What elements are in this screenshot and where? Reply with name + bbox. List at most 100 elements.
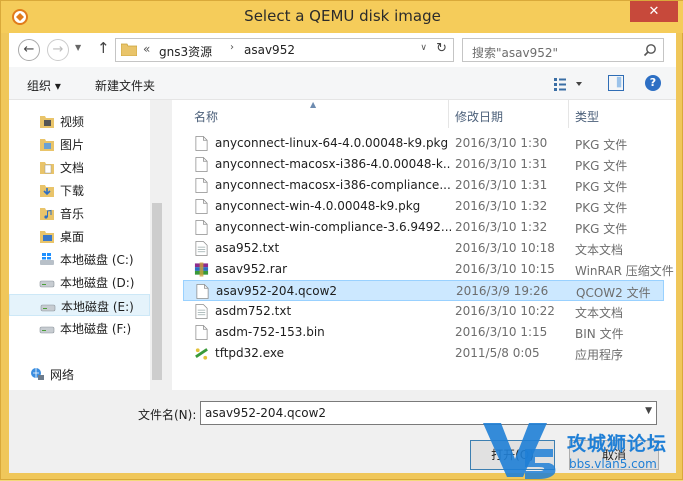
up-button[interactable]: ↑ — [97, 39, 110, 57]
file-type: 应用程序 — [575, 348, 624, 362]
nav-item-label: 下载 — [60, 184, 85, 198]
chevron-right-icon[interactable]: › — [230, 42, 234, 53]
file-row[interactable]: tftpd32.exe 2011/5/8 0:05 应用程序 — [183, 343, 664, 364]
filename-value[interactable]: asav952-204.qcow2 — [205, 406, 326, 420]
view-options-icon[interactable] — [552, 76, 586, 92]
file-date: 2016/3/10 1:31 — [455, 157, 548, 171]
nav-item[interactable]: 图片 — [9, 133, 150, 155]
nav-scrollbar-thumb[interactable] — [152, 203, 162, 380]
nav-item[interactable]: 本地磁盘 (C:) — [9, 248, 150, 270]
nav-item-label: 本地磁盘 (D:) — [60, 276, 135, 290]
text-file-icon — [195, 241, 208, 256]
forward-button[interactable]: → — [47, 39, 69, 61]
file-name: asdm752.txt — [215, 304, 292, 318]
search-icon[interactable] — [643, 43, 657, 57]
file-name: anyconnect-win-compliance-3.6.9492.... — [215, 220, 451, 234]
pictures-folder-icon — [40, 139, 54, 151]
file-row[interactable]: anyconnect-macosx-i386-compliance... 2016… — [183, 175, 664, 196]
file-icon — [195, 178, 208, 193]
file-date: 2016/3/10 1:15 — [455, 325, 548, 339]
file-type: 文本文档 — [575, 243, 624, 257]
title-bar[interactable]: Select a QEMU disk image ✕ — [1, 1, 683, 33]
column-header-type[interactable]: 类型 — [575, 108, 599, 125]
watermark-title: 攻城狮论坛 — [567, 433, 668, 455]
nav-item[interactable]: 本地磁盘 (E:) — [9, 294, 150, 316]
chevron-down-icon[interactable]: ∨ — [420, 43, 427, 53]
documents-folder-icon — [40, 162, 54, 174]
new-folder-button[interactable]: 新建文件夹 — [95, 77, 155, 94]
file-name: tftpd32.exe — [215, 346, 285, 360]
file-icon — [195, 136, 208, 151]
file-list-pane: ▲ 名称 修改日期 类型 anyconnect-linux-64-4.0.000… — [172, 100, 676, 418]
search-box[interactable]: 搜索"asav952" — [462, 38, 664, 62]
file-date: 2016/3/10 10:22 — [455, 304, 555, 318]
address-segment-gns3[interactable]: gns3资源 — [159, 43, 212, 60]
organize-button[interactable]: 组织 ▾ — [27, 77, 61, 94]
nav-item[interactable]: 本地磁盘 (F:) — [9, 317, 150, 339]
file-row[interactable]: asav952.rar 2016/3/10 10:15 WinRAR 压缩文件 — [183, 259, 674, 280]
file-date: 2016/3/10 1:31 — [455, 178, 548, 192]
address-bar[interactable]: « gns3资源 › asav952 ∨ ↻ — [115, 38, 454, 62]
watermark-url: bbs.vlan5.com — [569, 457, 657, 471]
file-type: PKG 文件 — [575, 201, 628, 215]
watermark: 攻城狮论坛 bbs.vlan5.com — [479, 419, 683, 481]
navigation-toolbar: ← → ▼ ↑ « gns3资源 › asav952 ∨ ↻ 搜索"asav95… — [9, 33, 676, 67]
file-row[interactable]: anyconnect-linux-64-4.0.00048-k9.pkg 2016… — [183, 133, 664, 154]
file-row[interactable]: anyconnect-macosx-i386-4.0.00048-k... 201… — [183, 154, 664, 175]
column-header-name[interactable]: 名称 — [194, 108, 218, 125]
column-divider[interactable] — [568, 100, 569, 128]
nav-item-label: 图片 — [60, 138, 85, 152]
file-date: 2016/3/10 1:32 — [455, 199, 548, 213]
music-folder-icon — [40, 208, 54, 220]
file-row[interactable]: anyconnect-win-compliance-3.6.9492.... 20… — [183, 217, 664, 238]
nav-item-label: 文档 — [60, 161, 85, 175]
chevron-down-icon[interactable]: ▼ — [645, 406, 652, 416]
nav-item[interactable]: 本地磁盘 (D:) — [9, 271, 150, 293]
file-type: WinRAR 压缩文件 — [575, 264, 674, 278]
navigation-pane[interactable]: 视频图片文档下载音乐 桌面 本地磁盘 (C:) 本地磁盘 (D:) 本地磁盘 (E:) 本… — [9, 100, 164, 390]
recent-locations-icon[interactable]: ▼ — [75, 43, 81, 52]
file-name: asav952.rar — [215, 262, 287, 276]
nav-item[interactable]: 视频 — [9, 110, 150, 132]
network-icon — [31, 368, 44, 380]
column-divider[interactable] — [448, 100, 449, 128]
nav-item[interactable]: 文档 — [9, 156, 150, 178]
help-icon[interactable]: ? — [645, 75, 661, 91]
address-segment-asav952[interactable]: asav952 — [244, 43, 295, 57]
file-name: anyconnect-macosx-i386-4.0.00048-k... — [215, 157, 451, 171]
nav-item-label: 视频 — [60, 115, 85, 129]
sort-ascending-icon: ▲ — [310, 100, 317, 109]
preview-pane-icon[interactable] — [608, 75, 624, 91]
folder-icon — [121, 43, 137, 56]
file-name: anyconnect-macosx-i386-compliance... — [215, 178, 451, 192]
refresh-icon[interactable]: ↻ — [436, 41, 447, 56]
nav-item[interactable]: 桌面 — [9, 225, 150, 247]
nav-item[interactable]: 网络 — [0, 363, 140, 385]
file-row[interactable]: asdm752.txt 2016/3/10 10:22 文本文档 — [183, 301, 664, 322]
address-overflow[interactable]: « — [143, 42, 150, 56]
window-title: Select a QEMU disk image — [244, 7, 441, 25]
file-row[interactable]: asdm-752-153.bin 2016/3/10 1:15 BIN 文件 — [183, 322, 664, 343]
file-icon — [195, 325, 208, 340]
file-type: PKG 文件 — [575, 159, 628, 173]
file-date: 2016/3/10 1:30 — [455, 136, 548, 150]
file-type: PKG 文件 — [575, 138, 628, 152]
file-icon — [195, 157, 208, 172]
dialog-window: Select a QEMU disk image ✕ ← → ▼ ↑ « gns… — [0, 0, 683, 480]
search-input[interactable]: 搜索"asav952" — [472, 44, 558, 61]
file-row[interactable]: anyconnect-win-4.0.00048-k9.pkg 2016/3/10… — [183, 196, 664, 217]
text-file-icon — [195, 304, 208, 319]
drive-icon — [39, 280, 55, 288]
nav-item[interactable]: 音乐 — [9, 202, 150, 224]
close-button[interactable]: ✕ — [630, 1, 678, 22]
file-row[interactable]: asav952-204.qcow2 2016/3/9 19:26 QCOW2 文件 — [183, 280, 664, 301]
file-row[interactable]: asa952.txt 2016/3/10 10:18 文本文档 — [183, 238, 664, 259]
desktop-folder-icon — [40, 231, 54, 243]
nav-item[interactable]: 下载 — [9, 179, 150, 201]
filename-label: 文件名(N): — [138, 408, 197, 422]
back-button[interactable]: ← — [18, 39, 40, 61]
file-date: 2016/3/10 10:18 — [455, 241, 555, 255]
column-header-date[interactable]: 修改日期 — [455, 108, 503, 125]
file-name: asdm-752-153.bin — [215, 325, 325, 339]
drive-icon — [40, 304, 56, 312]
